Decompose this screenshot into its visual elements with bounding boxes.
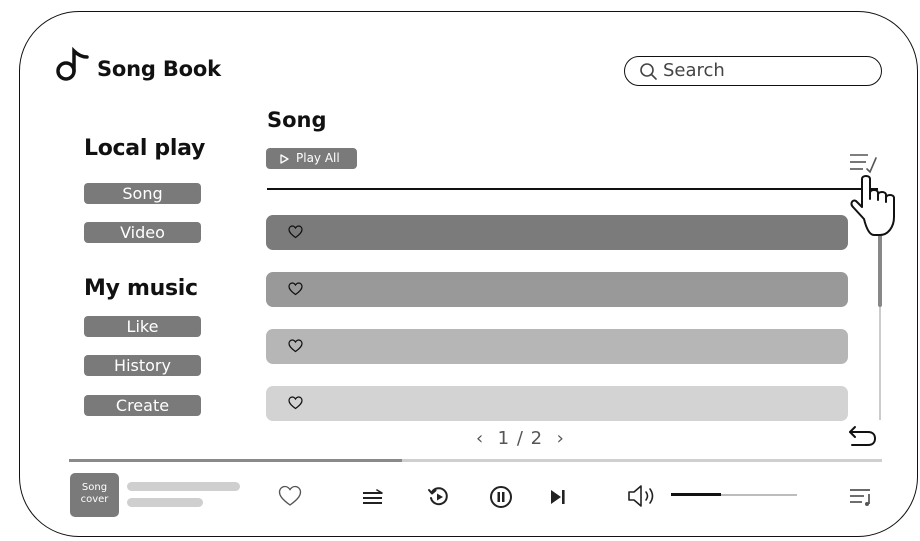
next-page-icon[interactable]: › (557, 428, 565, 449)
heart-icon[interactable] (288, 225, 303, 239)
local-play-heading: Local play (84, 136, 206, 161)
song-row[interactable] (266, 386, 848, 421)
search-icon (640, 63, 657, 80)
app-title: Song Book (97, 57, 221, 81)
song-cover[interactable]: Song cover (70, 473, 119, 517)
heart-icon[interactable] (288, 339, 303, 353)
skip-next-icon[interactable] (548, 487, 568, 507)
song-row[interactable] (266, 329, 848, 364)
music-note-icon (56, 47, 89, 81)
sidebar-item-create[interactable]: Create (84, 395, 201, 416)
search-input[interactable]: Search (624, 56, 882, 86)
heart-icon[interactable] (288, 396, 303, 410)
volume-slider-fill (671, 493, 722, 496)
page-title: Song (267, 108, 327, 132)
my-music-heading: My music (84, 276, 198, 301)
artist-placeholder (127, 498, 203, 507)
list-divider (267, 188, 878, 190)
heart-icon[interactable] (278, 485, 302, 507)
page-current: 1 (497, 428, 511, 449)
volume-icon[interactable] (626, 484, 662, 508)
song-progress-fill (69, 459, 403, 462)
search-placeholder: Search (663, 60, 725, 81)
scrollbar-thumb[interactable] (878, 227, 882, 307)
playlist-icon[interactable] (362, 489, 384, 507)
page-total: 2 (530, 428, 544, 449)
sidebar-item-history[interactable]: History (84, 355, 201, 376)
page-separator: / (516, 428, 524, 449)
replay-icon[interactable] (427, 485, 451, 509)
song-row[interactable] (266, 272, 848, 307)
sidebar-item-song[interactable]: Song (84, 183, 201, 204)
heart-icon[interactable] (288, 282, 303, 296)
pause-icon[interactable] (489, 485, 513, 509)
play-all-button[interactable]: Play All (266, 148, 357, 169)
back-icon[interactable] (846, 423, 878, 449)
pagination: ‹ 1 / 2 › (476, 428, 565, 449)
play-icon (280, 154, 289, 164)
cover-label-line2: cover (80, 494, 109, 505)
sidebar-item-video[interactable]: Video (84, 222, 201, 243)
sidebar-item-like[interactable]: Like (84, 316, 201, 337)
play-all-label: Play All (296, 151, 340, 165)
hand-pointer-icon (850, 175, 895, 236)
song-row[interactable] (266, 215, 848, 250)
song-title-placeholder (127, 482, 240, 491)
prev-page-icon[interactable]: ‹ (476, 428, 484, 449)
cover-label-line1: Song (81, 482, 108, 493)
queue-icon[interactable] (848, 486, 876, 508)
